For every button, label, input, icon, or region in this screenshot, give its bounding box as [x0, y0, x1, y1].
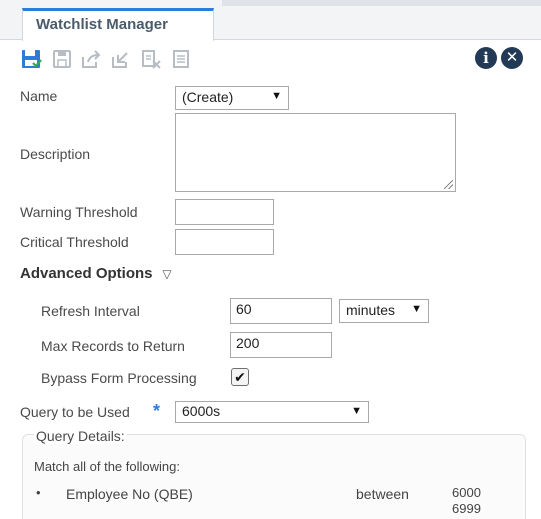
close-icon[interactable]: ✕	[501, 47, 523, 69]
description-textarea[interactable]	[175, 113, 456, 192]
refresh-unit-select[interactable]: minutes ▼	[339, 299, 429, 323]
name-select-value: (Create)	[182, 89, 234, 105]
description-label: Description	[20, 146, 91, 162]
chevron-down-icon: ▼	[411, 303, 422, 315]
refresh-unit-value: minutes	[346, 302, 396, 318]
name-label: Name	[20, 88, 58, 104]
max-records-input[interactable]: 200	[230, 332, 332, 358]
warning-threshold-label: Warning Threshold	[20, 204, 138, 220]
critical-threshold-label: Critical Threshold	[20, 234, 129, 250]
tab-label: Watchlist Manager	[36, 16, 168, 33]
refresh-interval-label: Refresh Interval	[41, 303, 140, 319]
condition-field: Employee No (QBE)	[66, 486, 193, 502]
query-label: Query to be Used	[20, 404, 130, 420]
condition-operator: between	[356, 486, 409, 502]
condition-bullet: •	[36, 485, 41, 500]
query-select-value: 6000s	[182, 403, 221, 419]
match-text: Match all of the following:	[34, 459, 180, 474]
chevron-down-icon: ▼	[351, 405, 362, 417]
query-details-title: Query Details:	[34, 428, 127, 444]
chevron-down-icon: ▼	[271, 90, 282, 102]
critical-threshold-input[interactable]	[175, 229, 274, 255]
checkmark-icon: ✔	[234, 369, 246, 385]
save-icon[interactable]	[20, 48, 42, 70]
export-icon[interactable]	[80, 48, 102, 70]
advanced-options-toggle[interactable]: Advanced Options ▽	[20, 265, 172, 282]
save-as-icon[interactable]	[51, 48, 73, 70]
resize-grip-icon[interactable]	[444, 180, 453, 189]
bypass-form-label: Bypass Form Processing	[41, 370, 197, 386]
delete-icon[interactable]	[140, 48, 162, 70]
query-details-panel	[22, 434, 526, 519]
condition-value-from: 6000	[452, 485, 481, 500]
name-select[interactable]: (Create) ▼	[175, 86, 289, 110]
query-select[interactable]: 6000s ▼	[175, 401, 369, 423]
advanced-options-title: Advanced Options	[20, 265, 153, 282]
warning-threshold-input[interactable]	[175, 199, 274, 225]
info-icon[interactable]: i	[475, 47, 497, 69]
max-records-label: Max Records to Return	[41, 338, 185, 354]
refresh-interval-input[interactable]: 60	[230, 298, 332, 324]
chevron-down-icon: ▽	[162, 267, 172, 281]
condition-value-to: 6999	[452, 501, 481, 516]
tab-watchlist-manager[interactable]: Watchlist Manager	[22, 8, 214, 41]
required-asterisk-icon: *	[153, 401, 161, 421]
tab-bar-shadow	[222, 0, 541, 6]
notes-icon[interactable]	[170, 48, 192, 70]
bypass-form-checkbox[interactable]: ✔	[231, 368, 249, 386]
import-icon[interactable]	[110, 48, 132, 70]
